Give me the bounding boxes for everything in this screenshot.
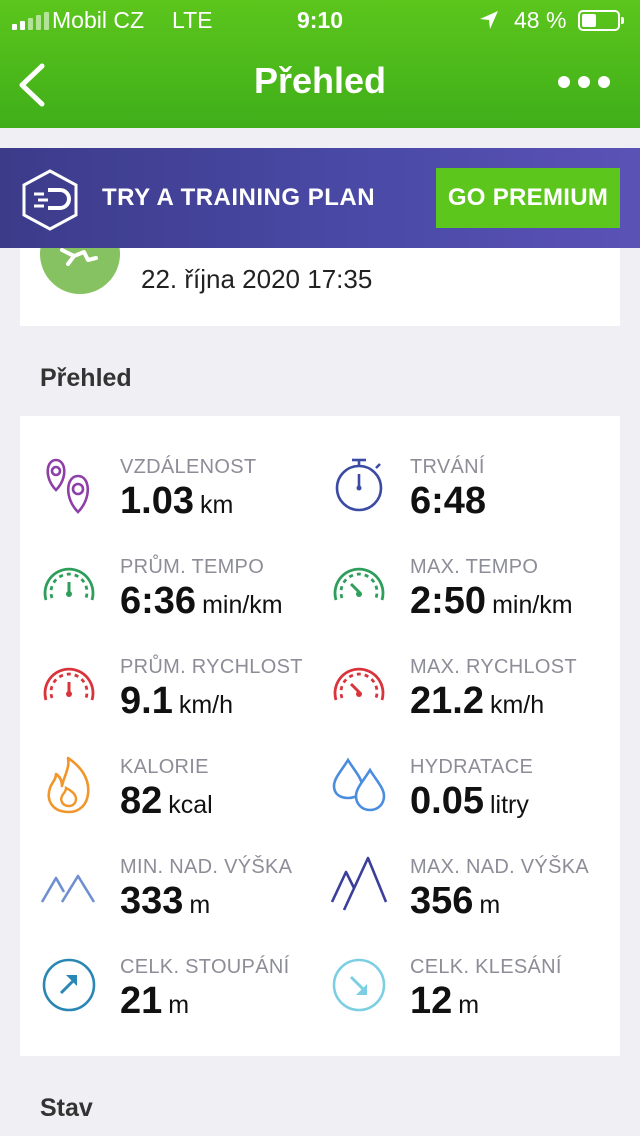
more-dots-icon[interactable]	[558, 76, 610, 88]
stat-value: 21 m	[120, 980, 190, 1022]
stat-min-altitude: MIN. NAD. VÝŠKA 333 m	[40, 856, 330, 946]
stat-label: MAX. RYCHLOST	[410, 656, 577, 678]
stat-label: PRŮM. RYCHLOST	[120, 656, 303, 678]
stat-avg-speed: PRŮM. RYCHLOST 9.1 km/h	[40, 656, 330, 746]
stats-card: VZDÁLENOST 1.03 km TRVÁNÍ 6:48 PRŮM. TEMP…	[20, 416, 620, 1056]
stat-value: 1.03 km	[120, 480, 234, 522]
premium-shield-icon	[22, 169, 78, 231]
stat-label: CELK. STOUPÁNÍ	[120, 956, 290, 978]
activity-date: 22. října 2020 17:35	[141, 264, 373, 294]
stat-value: 2:50 min/km	[410, 580, 573, 622]
gauge-icon	[43, 567, 95, 601]
stat-duration: TRVÁNÍ 6:48	[330, 456, 620, 546]
page-title: Přehled	[253, 60, 387, 101]
activity-header-card: 22. října 2020 17:35	[20, 248, 620, 326]
stat-value: 9.1 km/h	[120, 680, 234, 722]
navigation-bar: Přehled	[0, 40, 640, 128]
status-bar: Mobil CZ LTE 9:10 48 %	[0, 0, 640, 40]
top-bar: Mobil CZ LTE 9:10 48 % Přehled	[0, 0, 640, 128]
stat-value: 333 m	[120, 880, 211, 922]
battery-percent: 48 %	[514, 7, 567, 33]
stat-label: TRVÁNÍ	[410, 456, 485, 478]
stat-max-speed: MAX. RYCHLOST 21.2 km/h	[330, 656, 620, 746]
mountains-icon	[330, 856, 388, 911]
stat-value: 82 kcal	[120, 780, 213, 822]
state-section-title: Stav	[40, 1094, 93, 1122]
stat-value: 21.2 km/h	[410, 680, 545, 722]
stat-label: MAX. TEMPO	[410, 556, 539, 578]
location-arrow-icon	[480, 11, 498, 29]
stat-label: MAX. NAD. VÝŠKA	[410, 856, 589, 878]
stat-value: 356 m	[410, 880, 501, 922]
stat-hydration: HYDRATACE 0.05 litry	[330, 756, 620, 846]
promo-banner[interactable]: TRY A TRAINING PLAN GO PREMIUM	[0, 148, 640, 248]
stat-value: 6:36 min/km	[120, 580, 283, 622]
promo-text: TRY A TRAINING PLAN	[102, 184, 376, 211]
gauge-icon	[43, 667, 95, 701]
stat-label: MIN. NAD. VÝŠKA	[120, 856, 293, 878]
stopwatch-icon	[335, 458, 383, 512]
stat-total-descent: CELK. KLESÁNÍ 12 m	[330, 956, 620, 1046]
stat-total-ascent: CELK. STOUPÁNÍ 21 m	[40, 956, 330, 1046]
running-icon	[60, 248, 98, 266]
stat-avg-pace: PRŮM. TEMPO 6:36 min/km	[40, 556, 330, 646]
activity-avatar	[40, 248, 120, 294]
stat-calories: KALORIE 82 kcal	[40, 756, 330, 846]
distance-pins-icon	[46, 458, 90, 514]
stat-label: PRŮM. TEMPO	[120, 556, 265, 578]
arrow-up-right-circle-icon	[42, 958, 96, 1012]
flame-icon	[47, 756, 90, 814]
water-drops-icon	[332, 757, 386, 812]
overview-title: Přehled	[40, 364, 132, 392]
stat-distance: VZDÁLENOST 1.03 km	[40, 456, 330, 546]
gauge-icon	[333, 667, 385, 701]
stat-label: VZDÁLENOST	[120, 456, 257, 478]
gauge-icon	[333, 567, 385, 601]
stat-value: 12 m	[410, 980, 480, 1022]
stat-label: HYDRATACE	[410, 756, 534, 778]
stat-value: 6:48	[410, 480, 487, 522]
stat-max-altitude: MAX. NAD. VÝŠKA 356 m	[330, 856, 620, 946]
mountains-icon	[40, 874, 96, 903]
go-premium-button[interactable]: GO PREMIUM	[436, 168, 620, 228]
stat-label: KALORIE	[120, 756, 209, 778]
battery-icon	[578, 10, 624, 31]
stat-value: 0.05 litry	[410, 780, 529, 822]
stat-label: CELK. KLESÁNÍ	[410, 956, 562, 978]
arrow-down-right-circle-icon	[332, 958, 386, 1012]
stat-max-pace: MAX. TEMPO 2:50 min/km	[330, 556, 620, 646]
